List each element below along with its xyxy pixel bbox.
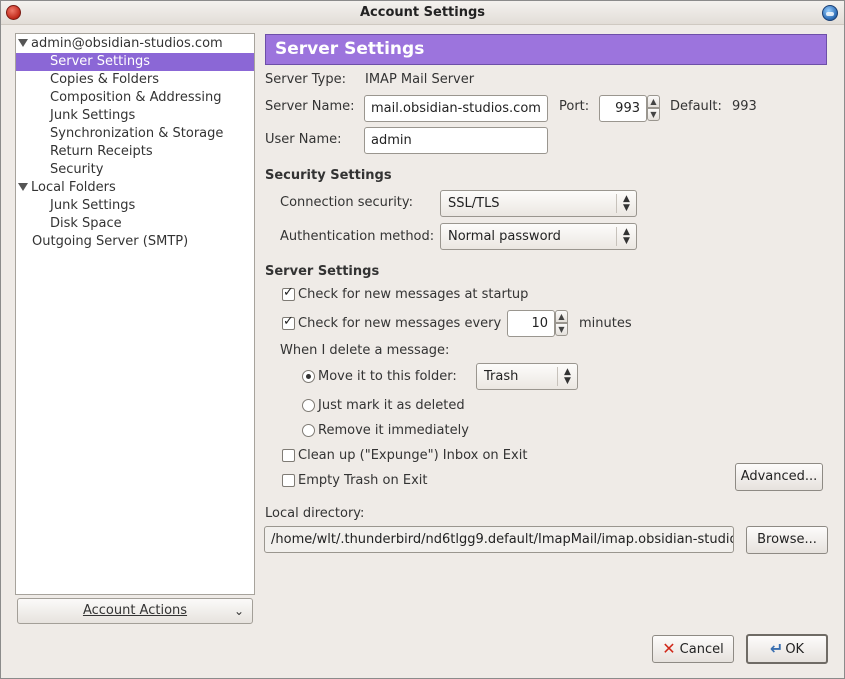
port-stepper[interactable]: ▲ ▼ (647, 95, 660, 122)
move-to-folder-label[interactable]: Move it to this folder: (318, 369, 457, 384)
stepper-up-icon[interactable]: ▲ (555, 310, 568, 323)
page-header: Server Settings (265, 34, 827, 65)
check-startup-label[interactable]: Check for new messages at startup (298, 287, 528, 302)
stepper-down-icon[interactable]: ▼ (647, 108, 660, 121)
select-arrows-icon: ▲ ▼ (616, 194, 636, 213)
cleanup-inbox-label[interactable]: Clean up ("Expunge") Inbox on Exit (298, 448, 527, 463)
remove-immediately-radio[interactable] (302, 424, 315, 437)
cleanup-inbox-checkbox[interactable] (282, 449, 295, 462)
chevron-down-icon: ⌄ (233, 604, 244, 618)
tree-item-outgoing-server[interactable]: Outgoing Server (SMTP) (16, 233, 254, 251)
expand-triangle-icon[interactable] (18, 182, 28, 191)
mark-deleted-radio[interactable] (302, 399, 315, 412)
delete-message-label: When I delete a message: (280, 343, 450, 358)
tree-item-junk-settings[interactable]: Junk Settings (16, 107, 254, 125)
account-settings-window: Account Settings admin@obsidian-studios.… (0, 0, 845, 679)
local-directory-field[interactable]: /home/wlt/.thunderbird/nd6tlgg9.default/… (264, 526, 734, 553)
mark-deleted-label[interactable]: Just mark it as deleted (318, 398, 465, 413)
thunderbird-icon (822, 5, 838, 21)
minutes-stepper[interactable]: ▲ ▼ (555, 310, 568, 337)
default-port-label: Default: (670, 99, 722, 114)
tree-item-disk-space[interactable]: Disk Space (16, 215, 254, 233)
user-name-label: User Name: (265, 132, 342, 147)
trash-folder-select[interactable]: Trash ▲ ▼ (476, 363, 578, 390)
security-settings-heading: Security Settings (265, 168, 392, 183)
default-port-value: 993 (732, 99, 757, 114)
cancel-button[interactable]: ✕ Cancel (652, 635, 734, 663)
port-input[interactable]: 993 (599, 95, 647, 122)
tree-item-account[interactable]: admin@obsidian-studios.com (18, 35, 256, 53)
server-name-label: Server Name: (265, 99, 355, 114)
tree-item-local-junk-settings[interactable]: Junk Settings (16, 197, 254, 215)
expand-triangle-icon[interactable] (18, 38, 28, 47)
port-label: Port: (559, 99, 590, 114)
cancel-icon: ✕ (662, 639, 676, 658)
minutes-label: minutes (579, 316, 632, 331)
stepper-down-icon[interactable]: ▼ (555, 323, 568, 336)
connection-security-label: Connection security: (280, 195, 414, 210)
window-title: Account Settings (359, 5, 486, 20)
move-to-folder-radio[interactable] (302, 370, 315, 383)
advanced-button[interactable]: Advanced... (735, 463, 823, 491)
empty-trash-label[interactable]: Empty Trash on Exit (298, 473, 427, 488)
check-every-label[interactable]: Check for new messages every (298, 316, 501, 331)
user-name-input[interactable]: admin (364, 127, 548, 154)
tree-item-composition[interactable]: Composition & Addressing (16, 89, 254, 107)
browse-button[interactable]: Browse... (746, 526, 828, 554)
ok-arrow-icon: ↵ (769, 639, 784, 658)
account-actions-button[interactable]: Account Actions ⌄ (17, 598, 253, 624)
connection-security-select[interactable]: SSL/TLS ▲ ▼ (440, 190, 637, 217)
tree-item-copies-folders[interactable]: Copies & Folders (16, 71, 254, 89)
tree-item-server-settings[interactable]: Server Settings (16, 53, 254, 71)
check-startup-checkbox[interactable] (282, 285, 295, 301)
server-type-value: IMAP Mail Server (365, 72, 475, 87)
ok-button[interactable]: ↵ OK (746, 634, 828, 664)
account-tree[interactable]: admin@obsidian-studios.com Server Settin… (15, 33, 255, 595)
empty-trash-checkbox[interactable] (282, 474, 295, 487)
tree-item-return-receipts[interactable]: Return Receipts (16, 143, 254, 161)
tree-item-security[interactable]: Security (16, 161, 254, 179)
title-bar: Account Settings (1, 1, 844, 25)
check-every-checkbox[interactable] (282, 314, 295, 330)
remove-immediately-label[interactable]: Remove it immediately (318, 423, 469, 438)
tree-item-local-folders[interactable]: Local Folders (18, 179, 256, 197)
server-settings-heading: Server Settings (265, 264, 380, 279)
select-arrows-icon: ▲ ▼ (557, 367, 577, 386)
auth-method-select[interactable]: Normal password ▲ ▼ (440, 223, 637, 250)
server-type-label: Server Type: (265, 72, 347, 87)
auth-method-label: Authentication method: (280, 229, 435, 244)
minutes-input[interactable]: 10 (507, 310, 555, 337)
page-title: Server Settings (275, 39, 425, 59)
select-arrows-icon: ▲ ▼ (616, 227, 636, 246)
stepper-up-icon[interactable]: ▲ (647, 95, 660, 108)
local-directory-label: Local directory: (265, 506, 365, 521)
tree-item-synchronization[interactable]: Synchronization & Storage (16, 125, 254, 143)
server-name-input[interactable]: mail.obsidian-studios.com (364, 95, 548, 122)
